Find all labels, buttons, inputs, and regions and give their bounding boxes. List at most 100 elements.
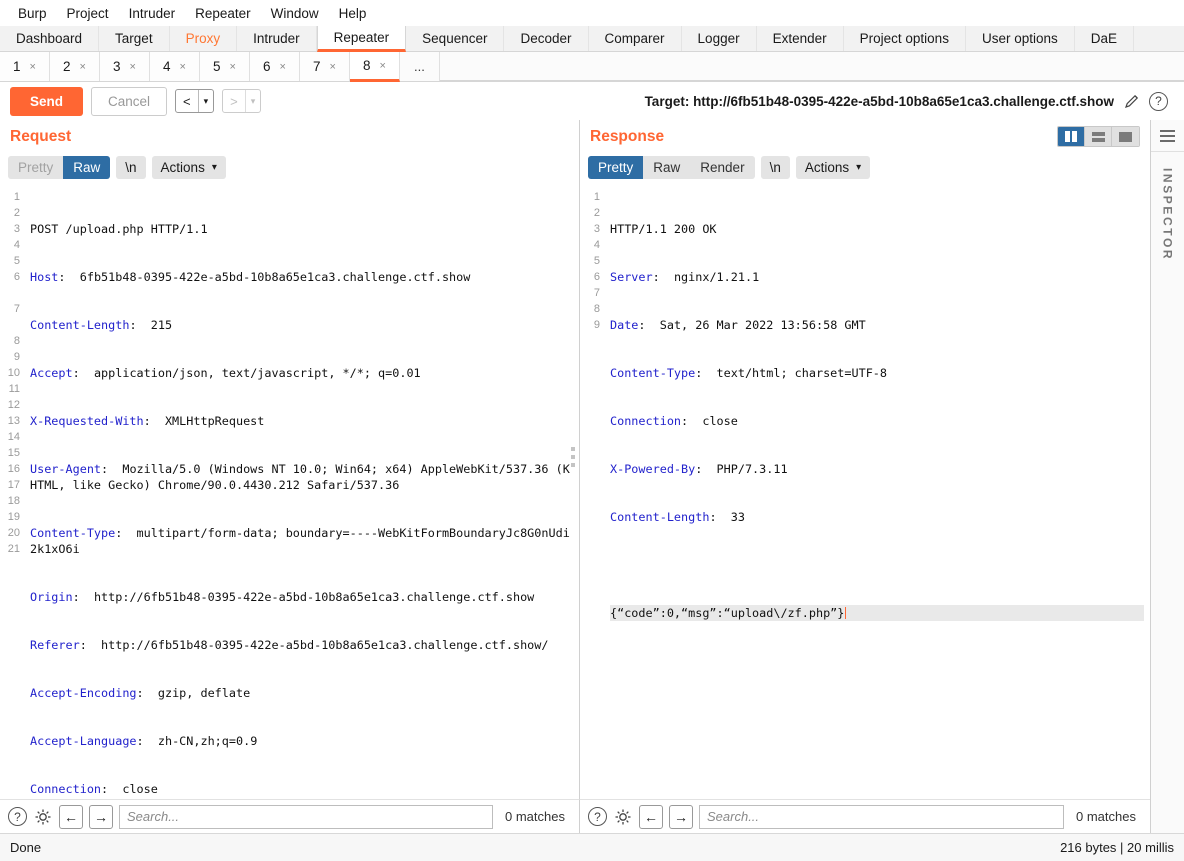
menu-item-window[interactable]: Window [261, 4, 329, 23]
request-raw-button[interactable]: Raw [63, 156, 110, 179]
stacked-view-icon [1092, 132, 1105, 142]
repeater-tab-1[interactable]: 1 × [0, 52, 50, 81]
repeater-tab-label: 8 [363, 58, 371, 73]
close-icon[interactable]: × [30, 61, 36, 73]
close-icon[interactable]: × [280, 61, 286, 73]
tab-dae[interactable]: DaE [1075, 26, 1134, 51]
repeater-tab-2[interactable]: 2 × [50, 52, 100, 81]
code-line: POST /upload.php HTTP/1.1 [30, 221, 573, 237]
search-input[interactable] [119, 805, 493, 829]
search-next-button[interactable]: → [89, 805, 113, 829]
help-icon[interactable]: ? [588, 807, 607, 826]
repeater-tab-7[interactable]: 7 × [300, 52, 350, 81]
tab-decoder[interactable]: Decoder [504, 26, 588, 51]
tab-intruder[interactable]: Intruder [237, 26, 317, 51]
response-pane: Response Pretty Raw Render \n [580, 120, 1150, 799]
response-pretty-button[interactable]: Pretty [588, 156, 643, 179]
repeater-tab-8[interactable]: 8 × [350, 52, 400, 82]
repeater-tab-3[interactable]: 3 × [100, 52, 150, 81]
menu-item-burp[interactable]: Burp [8, 4, 57, 23]
menu-item-project[interactable]: Project [57, 4, 119, 23]
tab-repeater[interactable]: Repeater [317, 26, 407, 52]
menu-item-intruder[interactable]: Intruder [119, 4, 186, 23]
response-newline-button[interactable]: \n [761, 156, 790, 179]
repeater-content: Request Pretty Raw \n Actions ▾ 123456 7… [0, 120, 1184, 799]
editor-drag-handle[interactable] [571, 447, 575, 467]
split-view-icon [1065, 131, 1077, 142]
request-pane-head: Request [0, 120, 579, 153]
response-actions-label: Actions [805, 160, 849, 175]
close-icon[interactable]: × [380, 60, 386, 72]
repeater-tab-strip: 1 × 2 × 3 × 4 × 5 × 6 × 7 × 8 × ... [0, 52, 1184, 82]
menu-item-repeater[interactable]: Repeater [185, 4, 261, 23]
close-icon[interactable]: × [180, 61, 186, 73]
search-prev-button[interactable]: ← [639, 805, 663, 829]
target-area: Target: http://6fb51b48-0395-422e-a5bd-1… [645, 92, 1174, 111]
text-cursor [845, 607, 846, 619]
action-row: Send Cancel < ▾ > ▾ Target: http://6fb51… [0, 82, 1184, 120]
inspector-label: INSPECTOR [1161, 168, 1175, 261]
main-tab-strip: Dashboard Target Proxy Intruder Repeater… [0, 26, 1184, 52]
inspector-rail[interactable]: INSPECTOR [1150, 120, 1184, 799]
back-button[interactable]: < ▾ [175, 89, 214, 113]
request-editor[interactable]: 123456 7 89101112 13141516171819 2021 PO… [0, 185, 579, 799]
response-editor[interactable]: 123456 789 HTTP/1.1 200 OK Server: nginx… [580, 185, 1150, 799]
pencil-icon[interactable] [1123, 93, 1140, 110]
search-input[interactable] [699, 805, 1064, 829]
gear-icon[interactable] [33, 807, 53, 827]
close-icon[interactable]: × [130, 61, 136, 73]
code-line: Connection: close [30, 781, 573, 797]
tab-project-options[interactable]: Project options [844, 26, 966, 51]
search-prev-button[interactable]: ← [59, 805, 83, 829]
tab-sequencer[interactable]: Sequencer [406, 26, 504, 51]
layout-single-button[interactable] [1112, 127, 1139, 146]
response-render-button[interactable]: Render [690, 156, 754, 179]
chevron-down-icon: ▾ [856, 162, 861, 173]
menu-bar: Burp Project Intruder Repeater Window He… [0, 0, 1184, 26]
code-line: Origin: http://6fb51b48-0395-422e-a5bd-1… [30, 589, 573, 605]
request-view-segment: Pretty Raw [8, 156, 110, 179]
code-line: User-Agent: Mozilla/5.0 (Windows NT 10.0… [30, 461, 573, 493]
tab-target[interactable]: Target [99, 26, 170, 51]
code-line: Referer: http://6fb51b48-0395-422e-a5bd-… [30, 637, 573, 653]
tab-logger[interactable]: Logger [682, 26, 757, 51]
gear-icon[interactable] [613, 807, 633, 827]
send-button[interactable]: Send [10, 87, 83, 116]
close-icon[interactable]: × [330, 61, 336, 73]
code-line: Host: 6fb51b48-0395-422e-a5bd-10b8a65e1c… [30, 269, 573, 285]
code-line: X-Powered-By: PHP/7.3.11 [610, 461, 1144, 477]
request-line-numbers: 123456 7 89101112 13141516171819 2021 [0, 185, 24, 799]
code-line: HTTP/1.1 200 OK [610, 221, 1144, 237]
request-newline-button[interactable]: \n [116, 156, 145, 179]
close-icon[interactable]: × [230, 61, 236, 73]
repeater-tab-overflow[interactable]: ... [400, 52, 440, 81]
repeater-tab-5[interactable]: 5 × [200, 52, 250, 81]
request-actions-label: Actions [161, 160, 205, 175]
tab-comparer[interactable]: Comparer [589, 26, 682, 51]
help-icon[interactable]: ? [8, 807, 27, 826]
chevron-down-icon: ▾ [212, 162, 217, 173]
repeater-tab-4[interactable]: 4 × [150, 52, 200, 81]
response-raw-button[interactable]: Raw [643, 156, 690, 179]
response-toolbar: Pretty Raw Render \n Actions ▾ [580, 153, 1150, 185]
request-pretty-button[interactable]: Pretty [8, 156, 63, 179]
tab-extender[interactable]: Extender [757, 26, 844, 51]
response-code[interactable]: HTTP/1.1 200 OK Server: nginx/1.21.1 Dat… [604, 185, 1150, 799]
tab-dashboard[interactable]: Dashboard [0, 26, 99, 51]
repeater-tab-6[interactable]: 6 × [250, 52, 300, 81]
request-code[interactable]: POST /upload.php HTTP/1.1 Host: 6fb51b48… [24, 185, 579, 799]
menu-item-help[interactable]: Help [329, 4, 377, 23]
response-actions-button[interactable]: Actions ▾ [796, 156, 870, 179]
code-line: Date: Sat, 26 Mar 2022 13:56:58 GMT [610, 317, 1144, 333]
inspector-menu-icon[interactable] [1151, 120, 1184, 152]
request-actions-button[interactable]: Actions ▾ [152, 156, 226, 179]
layout-stacked-button[interactable] [1085, 127, 1112, 146]
code-line: Accept-Encoding: gzip, deflate [30, 685, 573, 701]
search-next-button[interactable]: → [669, 805, 693, 829]
tab-proxy[interactable]: Proxy [170, 26, 238, 51]
close-icon[interactable]: × [80, 61, 86, 73]
layout-side-by-side-button[interactable] [1058, 127, 1085, 146]
help-icon[interactable]: ? [1149, 92, 1168, 111]
tab-user-options[interactable]: User options [966, 26, 1075, 51]
response-pane-head: Response [580, 120, 1150, 153]
